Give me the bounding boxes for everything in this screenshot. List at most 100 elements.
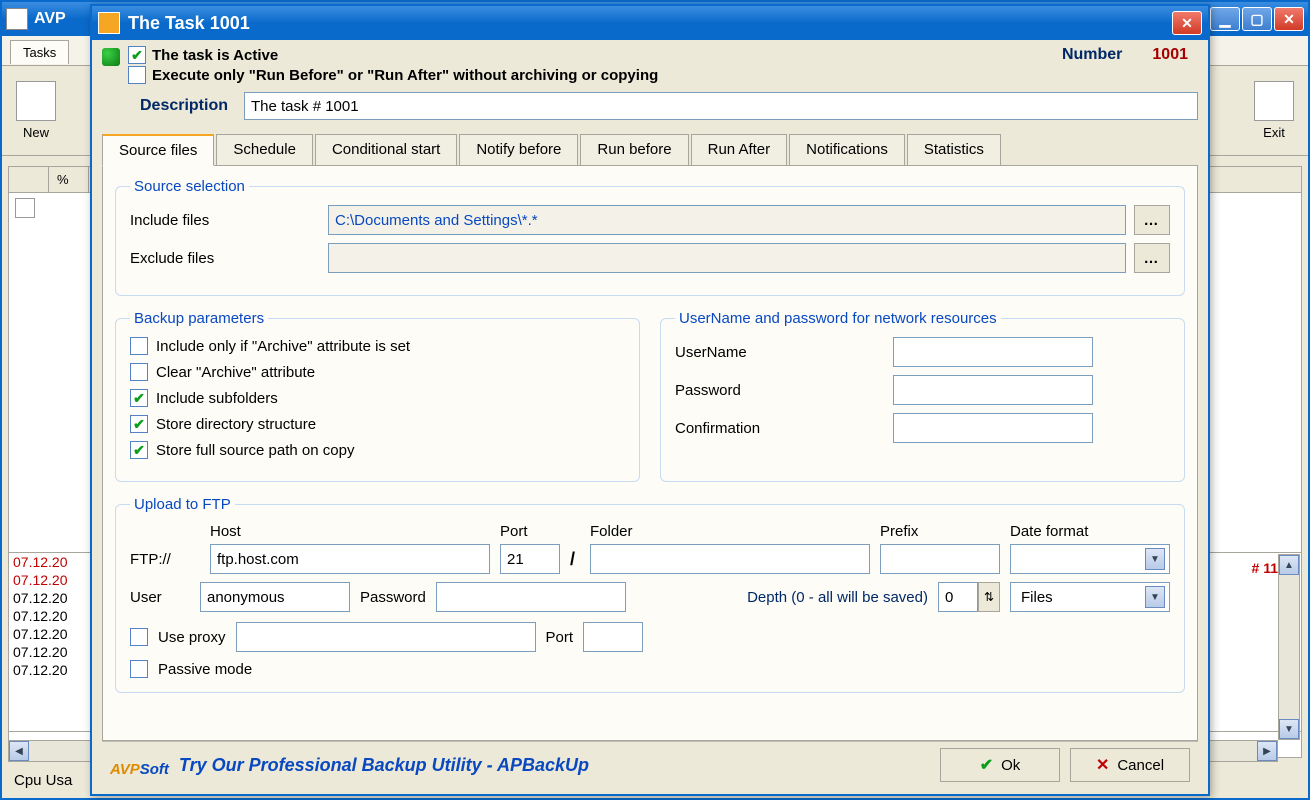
opt-archive-only-checkbox[interactable] — [130, 337, 148, 355]
exclude-files-input[interactable] — [328, 243, 1126, 273]
exclude-browse-button[interactable]: … — [1134, 243, 1170, 273]
scroll-down-icon[interactable]: ▼ — [1279, 719, 1299, 739]
params-and-auth-row: Backup parameters Include only if "Archi… — [115, 310, 1185, 496]
opt-clear-archive-checkbox[interactable] — [130, 363, 148, 381]
toolbar-new[interactable]: New — [16, 81, 56, 140]
number-block: Number 1001 — [1062, 46, 1198, 64]
toolbar-exit[interactable]: Exit — [1254, 81, 1294, 140]
opt3-label: Include subfolders — [156, 390, 278, 407]
opt1-row: Include only if "Archive" attribute is s… — [130, 337, 625, 355]
chevron-down-icon: ▼ — [1145, 548, 1165, 570]
tab-statistics[interactable]: Statistics — [907, 134, 1001, 166]
number-label: Number — [1062, 46, 1122, 64]
x-icon: ✕ — [1096, 755, 1109, 775]
source-selection-legend: Source selection — [130, 178, 249, 195]
opt-store-structure-checkbox[interactable] — [130, 415, 148, 433]
ftp-passive-row: Passive mode — [130, 660, 1170, 678]
description-input[interactable] — [244, 92, 1198, 120]
status-indicator-icon — [102, 48, 120, 66]
active-checkbox[interactable] — [128, 46, 146, 64]
tab-run-before[interactable]: Run before — [580, 134, 688, 166]
ftp-row1: FTP:// / ▼ — [130, 544, 1170, 574]
opt2-label: Clear "Archive" attribute — [156, 364, 315, 381]
net-confirmation-input[interactable] — [893, 413, 1093, 443]
ftp-user-label: User — [130, 589, 190, 606]
spinner-buttons[interactable]: ⇅ — [978, 582, 1000, 612]
tab-run-after[interactable]: Run After — [691, 134, 788, 166]
ftp-depth-input[interactable] — [938, 582, 978, 612]
active-checkbox-row: The task is Active — [128, 46, 1054, 64]
scroll-right-icon[interactable]: ▶ — [1257, 741, 1277, 761]
tab-conditional-start[interactable]: Conditional start — [315, 134, 457, 166]
use-proxy-checkbox[interactable] — [130, 628, 148, 646]
check-icon: ✔ — [980, 755, 993, 775]
dialog-icon — [98, 12, 120, 34]
tab-source-files[interactable]: Source files — [102, 134, 214, 166]
description-row: Description — [102, 92, 1198, 120]
parent-tab-tasks[interactable]: Tasks — [10, 40, 69, 64]
ftp-port-input[interactable] — [500, 544, 560, 574]
ftp-prefix-input[interactable] — [880, 544, 1000, 574]
ftp-folder-input[interactable] — [590, 544, 870, 574]
ftp-legend: Upload to FTP — [130, 496, 235, 513]
backup-params-group: Backup parameters Include only if "Archi… — [115, 310, 640, 482]
net-user-label: UserName — [675, 344, 885, 361]
opt-include-subfolders-checkbox[interactable] — [130, 389, 148, 407]
passive-mode-checkbox[interactable] — [130, 660, 148, 678]
ftp-host-input[interactable] — [210, 544, 490, 574]
parent-window-controls: ▁ ▢ ✕ — [1210, 7, 1304, 31]
execute-only-checkbox[interactable] — [128, 66, 146, 84]
net-pass-row: Password — [675, 375, 1170, 405]
network-auth-group: UserName and password for network resour… — [660, 310, 1185, 482]
opt5-row: Store full source path on copy — [130, 441, 625, 459]
include-browse-button[interactable]: … — [1134, 205, 1170, 235]
ok-button[interactable]: ✔ Ok — [940, 748, 1060, 782]
ftp-slash: / — [570, 549, 580, 570]
minimize-button[interactable]: ▁ — [1210, 7, 1240, 31]
ftp-datefmt-label: Date format — [1010, 523, 1170, 540]
footer-promo: Try Our Professional Backup Utility - AP… — [179, 755, 930, 776]
ftp-files-combo[interactable]: Files▼ — [1010, 582, 1170, 612]
ftp-datefmt-combo[interactable]: ▼ — [1010, 544, 1170, 574]
active-label: The task is Active — [152, 47, 278, 64]
opt-store-full-path-checkbox[interactable] — [130, 441, 148, 459]
net-pass-label: Password — [675, 382, 885, 399]
scroll-up-icon[interactable]: ▲ — [1279, 555, 1299, 575]
cancel-button[interactable]: ✕Cancel — [1070, 748, 1190, 782]
ftp-url-prefix: FTP:// — [130, 551, 200, 568]
net-password-input[interactable] — [893, 375, 1093, 405]
close-button[interactable]: ✕ — [1274, 7, 1304, 31]
tab-notify-before[interactable]: Notify before — [459, 134, 578, 166]
ftp-proxy-row: Use proxy Port — [130, 622, 1170, 652]
col-pct[interactable]: % — [49, 167, 89, 192]
proxy-port-input[interactable] — [583, 622, 643, 652]
ok-label: Ok — [1001, 757, 1020, 774]
passive-mode-label: Passive mode — [158, 661, 252, 678]
exclude-files-label: Exclude files — [130, 250, 320, 267]
include-files-input[interactable] — [328, 205, 1126, 235]
ftp-password-input[interactable] — [436, 582, 626, 612]
opt1-label: Include only if "Archive" attribute is s… — [156, 338, 410, 355]
opt4-label: Store directory structure — [156, 416, 316, 433]
vertical-scrollbar[interactable]: ▲ ▼ — [1278, 554, 1300, 740]
proxy-host-input[interactable] — [236, 622, 536, 652]
ftp-user-input[interactable] — [200, 582, 350, 612]
dialog-titlebar: The Task 1001 ✕ — [92, 6, 1208, 40]
dialog-footer: AVPSoft Try Our Professional Backup Util… — [102, 741, 1198, 788]
maximize-button[interactable]: ▢ — [1242, 7, 1272, 31]
backup-params-legend: Backup parameters — [130, 310, 268, 327]
number-value: 1001 — [1152, 46, 1188, 64]
toolbar-exit-label: Exit — [1263, 125, 1285, 140]
ftp-host-label: Host — [210, 523, 490, 540]
tabpanel-source-files: Source selection Include files … Exclude… — [102, 165, 1198, 741]
dialog-close-button[interactable]: ✕ — [1172, 11, 1202, 35]
task-dialog: The Task 1001 ✕ The task is Active Execu… — [90, 4, 1210, 796]
ftp-port-label: Port — [500, 523, 560, 540]
new-icon — [16, 81, 56, 121]
net-username-input[interactable] — [893, 337, 1093, 367]
include-files-label: Include files — [130, 212, 320, 229]
ftp-password-label: Password — [360, 589, 426, 606]
scroll-left-icon[interactable]: ◀ — [9, 741, 29, 761]
tab-schedule[interactable]: Schedule — [216, 134, 313, 166]
tab-notifications[interactable]: Notifications — [789, 134, 905, 166]
